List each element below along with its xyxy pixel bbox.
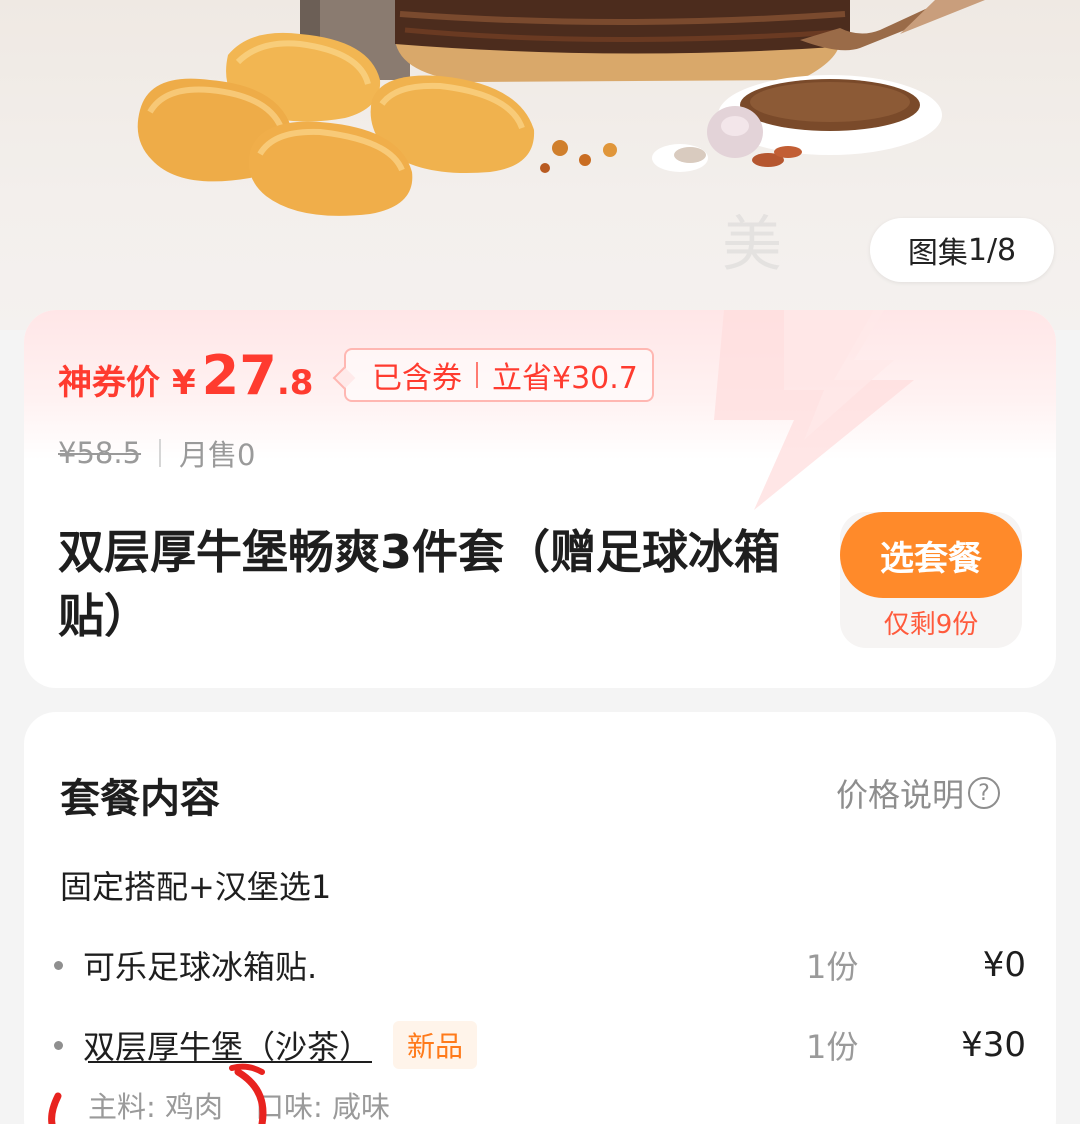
bullet-icon <box>54 1040 63 1050</box>
original-price-row: ¥58.5 月售0 <box>58 432 255 474</box>
price-integer: 27 <box>201 344 277 407</box>
item-name: 双层厚牛堡（沙茶） <box>83 1028 372 1066</box>
coupon-savings-tag: 已含券 立省¥30.7 <box>344 348 654 402</box>
coupon-price-label: 神券价 <box>58 363 160 403</box>
divider <box>159 439 162 467</box>
gallery-label: 图集 <box>907 236 968 271</box>
item-price: ¥0 <box>982 945 1026 985</box>
watermark-text: 美 <box>722 210 786 280</box>
item-price: ¥30 <box>961 1025 1026 1065</box>
product-title: 双层厚牛堡畅爽3件套（赠足球冰箱贴） <box>58 525 781 643</box>
package-title: 套餐内容 <box>60 776 220 822</box>
item-name: 可乐足球冰箱贴. <box>83 948 318 986</box>
item-quantity: 1份 <box>806 948 859 986</box>
divider <box>476 362 478 388</box>
item-attributes: 主料: 鸡肉 口味: 咸味 <box>88 1084 390 1124</box>
gallery-counter: 1/8 <box>967 232 1017 268</box>
select-combo-box: 选套餐 仅剩9份 <box>840 512 1022 648</box>
savings-text: 立省¥30.7 <box>492 361 638 396</box>
item-quantity: 1份 <box>806 1028 859 1066</box>
combo-rule: 固定搭配+汉堡选1 <box>60 868 332 906</box>
bullet-icon <box>54 960 63 970</box>
package-item: 双层厚牛堡（沙茶） 新品 1份 ¥30 <box>54 1020 1026 1070</box>
flavor: 口味: 咸味 <box>255 1090 390 1124</box>
coupon-price: 神券价 ¥ 27 .8 <box>58 344 313 414</box>
price-explanation-label: 价格说明 <box>836 776 965 814</box>
price-decimal: .8 <box>276 363 314 403</box>
package-contents-card: 套餐内容 价格说明 ? 固定搭配+汉堡选1 可乐足球冰箱贴. 1份 ¥0 双层厚… <box>24 712 1056 1124</box>
package-item: 可乐足球冰箱贴. 1份 ¥0 <box>54 940 1026 990</box>
price-explanation-link[interactable]: 价格说明 ? <box>836 770 1001 816</box>
stock-remaining: 仅剩9份 <box>883 610 979 640</box>
question-circle-icon: ? <box>968 777 1001 809</box>
main-ingredient: 主料: 鸡肉 <box>88 1090 223 1124</box>
monthly-sales: 月售0 <box>179 438 256 472</box>
price-card: 神券价 ¥ 27 .8 已含券 立省¥30.7 ¥58.5 月售0 双层厚牛堡畅… <box>24 310 1056 688</box>
currency-symbol: ¥ <box>172 363 196 403</box>
product-image-gallery[interactable]: 美 图集 1/8 <box>0 0 1080 330</box>
gallery-counter-badge[interactable]: 图集 1/8 <box>870 218 1054 282</box>
lightning-bolt-icon <box>714 310 914 510</box>
new-product-badge: 新品 <box>393 1021 478 1069</box>
coupon-included-text: 已含券 <box>372 361 462 396</box>
original-price: ¥58.5 <box>58 436 142 470</box>
select-combo-button[interactable]: 选套餐 <box>840 512 1022 598</box>
